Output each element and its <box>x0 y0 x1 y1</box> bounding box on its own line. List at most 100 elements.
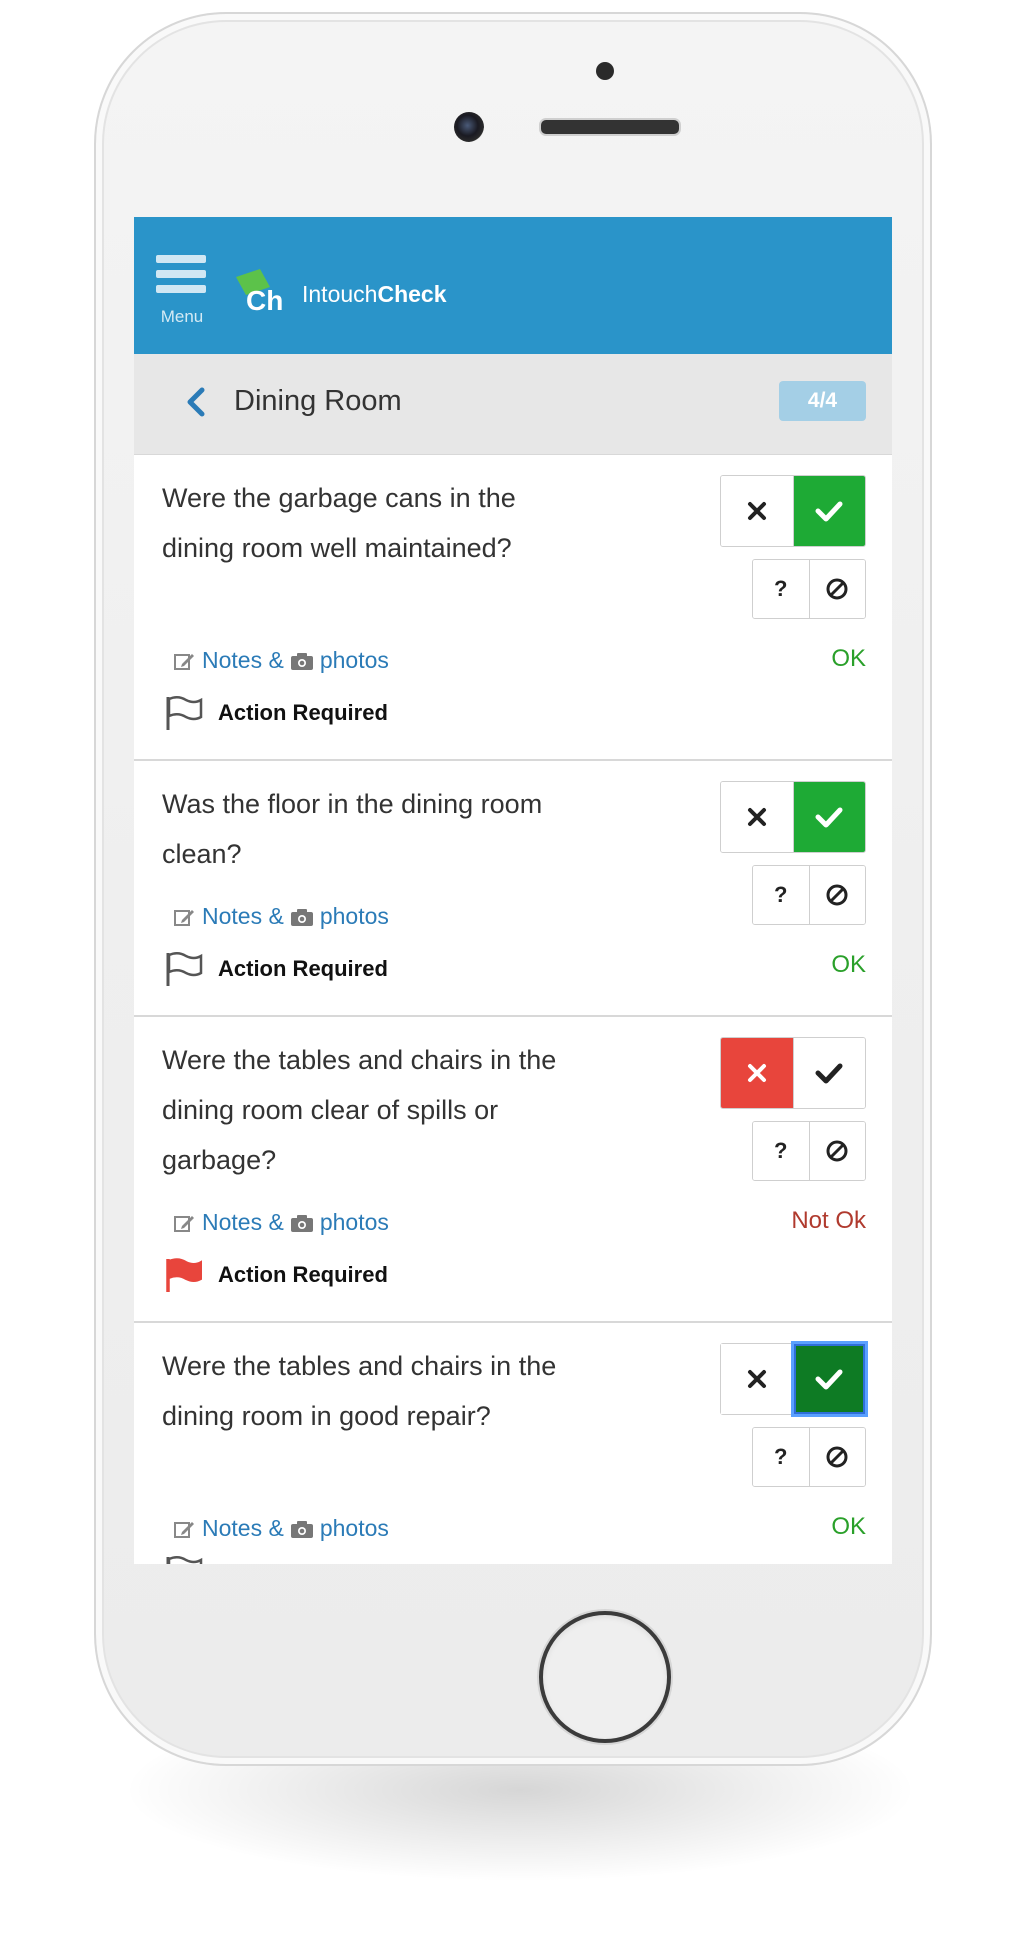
edit-icon <box>174 1215 194 1232</box>
status-text: OK <box>831 645 866 672</box>
question-icon: ? <box>774 576 788 601</box>
extra-toggle: ? <box>752 559 866 619</box>
question-text: Was the floor in the dining room clean? <box>162 789 543 869</box>
notes-photos-link[interactable]: Notes & photos <box>174 1515 389 1542</box>
check-icon <box>815 501 843 522</box>
camera-icon <box>290 908 313 926</box>
camera-icon <box>290 1214 313 1232</box>
home-button[interactable] <box>539 1611 671 1743</box>
ban-icon <box>826 1446 848 1468</box>
edit-icon <box>174 909 194 926</box>
unsure-button[interactable]: ? <box>753 1122 810 1180</box>
action-required-toggle[interactable]: Action Required <box>164 1257 388 1293</box>
extra-toggle: ? <box>752 865 866 925</box>
unsure-button[interactable]: ? <box>753 866 810 924</box>
menu-icon-bar <box>156 270 206 278</box>
flag-icon <box>166 1556 203 1564</box>
flag-icon <box>166 952 203 986</box>
section-title: Dining Room <box>234 385 402 417</box>
brand-name: IntouchCheck <box>302 281 447 308</box>
not-applicable-button[interactable] <box>809 1122 865 1180</box>
check-icon <box>815 807 843 828</box>
question-icon: ? <box>774 882 788 907</box>
not-applicable-button[interactable] <box>809 1428 865 1486</box>
flag-icon <box>166 1258 202 1292</box>
checklist-item: Were the tables and chairs in the dining… <box>134 1323 892 1564</box>
not-applicable-button[interactable] <box>809 866 865 924</box>
no-button[interactable] <box>721 782 794 852</box>
front-camera <box>454 112 484 142</box>
progress-badge: 4/4 <box>779 381 866 421</box>
brand-regular: Intouch <box>302 281 378 307</box>
proximity-sensor <box>596 62 614 80</box>
yes-button[interactable] <box>793 1344 865 1414</box>
photos-label: photos <box>319 647 389 673</box>
checklist-item: Were the garbage cans in the dining room… <box>134 455 892 761</box>
answer-toggle <box>720 1037 866 1109</box>
section-header: Dining Room 4/4 <box>134 354 892 455</box>
x-icon <box>747 502 766 520</box>
action-required-label: Action Required <box>218 1262 388 1287</box>
action-required-toggle[interactable]: Action Required <box>164 695 388 731</box>
extra-toggle: ? <box>752 1121 866 1181</box>
photos-label: photos <box>319 1209 389 1235</box>
answer-toggle <box>720 781 866 853</box>
checklist-item: Were the tables and chairs in the dining… <box>134 1017 892 1323</box>
brand-bold: Check <box>377 281 447 307</box>
edit-icon <box>174 653 194 670</box>
yes-button[interactable] <box>793 476 865 546</box>
menu-icon-bar <box>156 285 206 293</box>
action-required-label: Action Required <box>218 700 388 725</box>
x-icon <box>747 1064 766 1082</box>
no-button[interactable] <box>721 1344 794 1414</box>
camera-icon <box>290 652 313 670</box>
unsure-button[interactable]: ? <box>753 560 810 618</box>
check-icon <box>815 1063 843 1084</box>
unsure-button[interactable]: ? <box>753 1428 810 1486</box>
status-text: OK <box>831 1513 866 1540</box>
menu-label: Menu <box>160 307 204 326</box>
status-text: Not Ok <box>791 1207 866 1234</box>
action-required-toggle[interactable]: Action Required <box>164 951 388 987</box>
photos-label: photos <box>319 1515 389 1541</box>
no-button[interactable] <box>721 1038 794 1108</box>
notes-photos-link[interactable]: Notes & photos <box>174 647 389 674</box>
ban-icon <box>826 1140 848 1162</box>
yes-button[interactable] <box>793 782 865 852</box>
app-screen: Menu Ch IntouchCheck Dining Room 4/4 Wer… <box>134 217 892 1564</box>
question-icon: ? <box>774 1444 788 1469</box>
not-applicable-button[interactable] <box>809 560 865 618</box>
action-required-toggle[interactable] <box>164 1555 204 1564</box>
notes-label: Notes & <box>202 903 284 929</box>
status-text: OK <box>831 951 866 978</box>
notes-photos-link[interactable]: Notes & photos <box>174 1209 389 1236</box>
edit-icon <box>174 1521 194 1538</box>
question-text: Were the tables and chairs in the dining… <box>162 1351 557 1431</box>
answer-toggle <box>720 1343 866 1415</box>
no-button[interactable] <box>721 476 794 546</box>
question-icon: ? <box>774 1138 788 1163</box>
ban-icon <box>826 578 848 600</box>
check-icon <box>815 1369 843 1390</box>
notes-label: Notes & <box>202 1515 284 1541</box>
notes-photos-link[interactable]: Notes & photos <box>174 903 389 930</box>
intouchcheck-logo: Ch <box>236 269 283 315</box>
question-text: Were the garbage cans in the dining room… <box>162 483 516 563</box>
chevron-left-icon[interactable] <box>180 384 212 420</box>
notes-label: Notes & <box>202 1209 284 1235</box>
answer-toggle <box>720 475 866 547</box>
notes-label: Notes & <box>202 647 284 673</box>
action-required-label: Action Required <box>218 956 388 981</box>
ban-icon <box>826 884 848 906</box>
earpiece-speaker <box>539 118 681 136</box>
x-icon <box>747 808 766 826</box>
extra-toggle: ? <box>752 1427 866 1487</box>
question-text: Were the tables and chairs in the dining… <box>162 1045 557 1175</box>
menu-icon <box>156 255 206 263</box>
camera-icon <box>290 1520 313 1538</box>
flag-icon <box>166 696 203 730</box>
menu-button[interactable]: Menu <box>156 255 206 327</box>
photos-label: photos <box>319 903 389 929</box>
yes-button[interactable] <box>793 1038 865 1108</box>
checklist-item: Was the floor in the dining room clean? … <box>134 761 892 1017</box>
